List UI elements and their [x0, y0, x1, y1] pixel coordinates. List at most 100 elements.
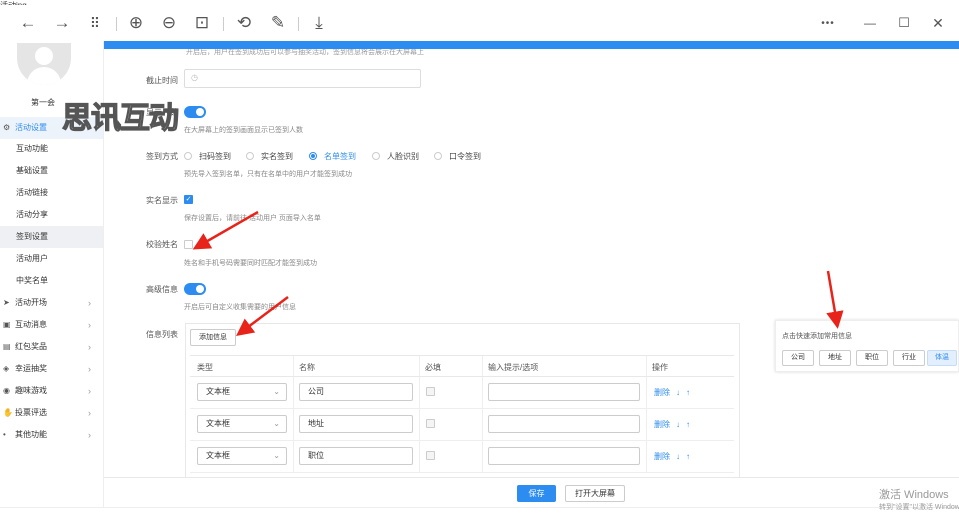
sidebar-item-label: 签到设置	[16, 232, 48, 241]
move-down-icon[interactable]: ↓	[676, 452, 680, 461]
advanced-info-hint: 开启后可自定义收集需要的用户信息	[184, 304, 296, 311]
radio-password[interactable]: 口令签到	[434, 151, 481, 162]
name-input[interactable]: 职位	[299, 447, 413, 465]
move-down-icon[interactable]: ↓	[676, 420, 680, 429]
sidebar-item[interactable]: 活动链接	[0, 182, 103, 204]
type-select[interactable]: 文本框 ⌄	[197, 383, 287, 401]
close-icon[interactable]: ✕	[926, 11, 950, 35]
sidebar-item-label: 活动开场	[15, 298, 47, 307]
delete-link[interactable]: 删除	[654, 388, 670, 397]
type-select[interactable]: 文本框 ⌄	[197, 447, 287, 465]
send-icon: ➤	[3, 298, 10, 307]
quick-add-industry[interactable]: 行业	[893, 350, 925, 366]
chevron-right-icon: ›	[88, 364, 91, 374]
banner-strip	[104, 41, 959, 49]
sidebar-item[interactable]: ◉ 趣味游戏 ›	[0, 380, 103, 402]
bottom-strip	[0, 507, 959, 517]
show-count-toggle[interactable]	[184, 106, 206, 118]
save-button[interactable]: 保存	[517, 485, 556, 502]
forward-icon[interactable]: →	[50, 11, 74, 35]
more-options-icon[interactable]: •••	[816, 11, 840, 35]
back-icon[interactable]: ←	[16, 11, 40, 35]
quick-add-temperature[interactable]: 体温	[927, 350, 957, 366]
quick-add-position[interactable]: 职位	[856, 350, 888, 366]
delete-link[interactable]: 删除	[654, 452, 670, 461]
sidebar-item[interactable]: ➤ 活动开场 ›	[0, 292, 103, 314]
sidebar-item[interactable]: 中奖名单	[0, 270, 103, 292]
quick-add-panel: 点击快速添加常用信息 公司 地址 职位 行业 体温	[775, 320, 959, 372]
chevron-right-icon: ›	[88, 320, 91, 330]
sidebar-item-label: 活动分享	[16, 210, 48, 219]
chevron-right-icon: ›	[88, 386, 91, 396]
hint-input[interactable]	[488, 383, 640, 401]
type-select[interactable]: 文本框 ⌄	[197, 415, 287, 433]
edit-icon[interactable]: ✎	[266, 11, 290, 35]
col-type: 类型	[197, 363, 213, 372]
fit-page-icon[interactable]: ⊡	[190, 11, 214, 35]
zoom-in-icon[interactable]: ⊕	[124, 11, 148, 35]
verify-name-checkbox[interactable]	[184, 240, 193, 249]
sidebar-item[interactable]: ◈ 幸运抽奖 ›	[0, 358, 103, 380]
sidebar-item[interactable]: ✋ 投票评选 ›	[0, 402, 103, 424]
viewer-toolbar: ← → ⠿ ⊕ ⊖ ⊡ ⟲ ✎ ⤓ ••• — ☐ ✕	[0, 5, 959, 41]
sidebar-item-label: 活动链接	[16, 188, 48, 197]
advanced-info-toggle[interactable]	[184, 283, 206, 295]
required-checkbox[interactable]	[426, 419, 435, 428]
radio-scan[interactable]: 扫码签到	[184, 151, 231, 162]
required-checkbox[interactable]	[426, 387, 435, 396]
name-input[interactable]: 公司	[299, 383, 413, 401]
sidebar-item-label: 幸运抽奖	[15, 364, 47, 373]
grid-icon[interactable]: ⠿	[83, 11, 107, 35]
rotate-icon[interactable]: ⟲	[232, 11, 256, 35]
quick-add-company[interactable]: 公司	[782, 350, 814, 366]
vote-icon: ✋	[3, 408, 13, 417]
quick-add-title: 点击快速添加常用信息	[782, 333, 852, 340]
radio-namelist[interactable]: 名单签到	[309, 151, 356, 162]
sidebar-item[interactable]: 基础设置	[0, 160, 103, 182]
sidebar-item-label: 趣味游戏	[15, 386, 47, 395]
maximize-icon[interactable]: ☐	[892, 11, 916, 35]
signin-method-hint: 预先导入签到名单，只有在名单中的用户才能签到成功	[184, 171, 352, 178]
hint-input[interactable]	[488, 447, 640, 465]
download-icon[interactable]: ⤓	[307, 11, 331, 35]
sidebar-item[interactable]: ▣ 互动消息 ›	[0, 314, 103, 336]
sidebar-item[interactable]: ▤ 红包奖品 ›	[0, 336, 103, 358]
delete-link[interactable]: 删除	[654, 420, 670, 429]
info-table-header: 类型 名称 必填 输入提示/选项 操作	[190, 355, 734, 377]
col-actions: 操作	[652, 363, 668, 372]
sidebar-item[interactable]: 签到设置	[0, 226, 103, 248]
redpacket-icon: ▤	[3, 342, 11, 351]
sidebar-item[interactable]: 活动分享	[0, 204, 103, 226]
move-up-icon[interactable]: ↑	[686, 388, 690, 397]
open-screen-button[interactable]: 打开大屏幕	[565, 485, 625, 502]
sidebar-item-label: 活动设置	[15, 123, 47, 132]
toolbar-divider	[223, 17, 224, 31]
add-info-button[interactable]: 添加信息	[190, 329, 236, 346]
required-checkbox[interactable]	[426, 451, 435, 460]
move-up-icon[interactable]: ↑	[686, 420, 690, 429]
chevron-right-icon: ›	[88, 430, 91, 440]
deadline-input[interactable]: ◷	[184, 69, 421, 88]
sidebar-item[interactable]: • 其他功能 ›	[0, 424, 103, 446]
name-input[interactable]: 地址	[299, 415, 413, 433]
col-name: 名称	[299, 363, 315, 372]
sidebar-item-label: 互动消息	[15, 320, 47, 329]
hint-input[interactable]	[488, 415, 640, 433]
realname-display-checkbox[interactable]: ✓	[184, 195, 193, 204]
sidebar-item-label: 活动用户	[16, 254, 48, 263]
sidebar-item[interactable]: 互动功能	[0, 138, 103, 160]
radio-face[interactable]: 人脸识别	[372, 151, 419, 162]
move-up-icon[interactable]: ↑	[686, 452, 690, 461]
windows-activation-subtitle: 转到"设置"以激活 Windows。	[879, 504, 959, 511]
radio-realname[interactable]: 实名签到	[246, 151, 293, 162]
avatar	[17, 43, 71, 85]
zoom-out-icon[interactable]: ⊖	[157, 11, 181, 35]
chevron-right-icon: ›	[88, 342, 91, 352]
minimize-icon[interactable]: —	[858, 11, 882, 35]
move-down-icon[interactable]: ↓	[676, 388, 680, 397]
sidebar-item[interactable]: 活动用户	[0, 248, 103, 270]
settings-icon: ⚙	[3, 123, 11, 132]
windows-activation-title: 激活 Windows	[879, 489, 949, 501]
lottery-icon: ◈	[3, 364, 10, 373]
quick-add-address[interactable]: 地址	[819, 350, 851, 366]
